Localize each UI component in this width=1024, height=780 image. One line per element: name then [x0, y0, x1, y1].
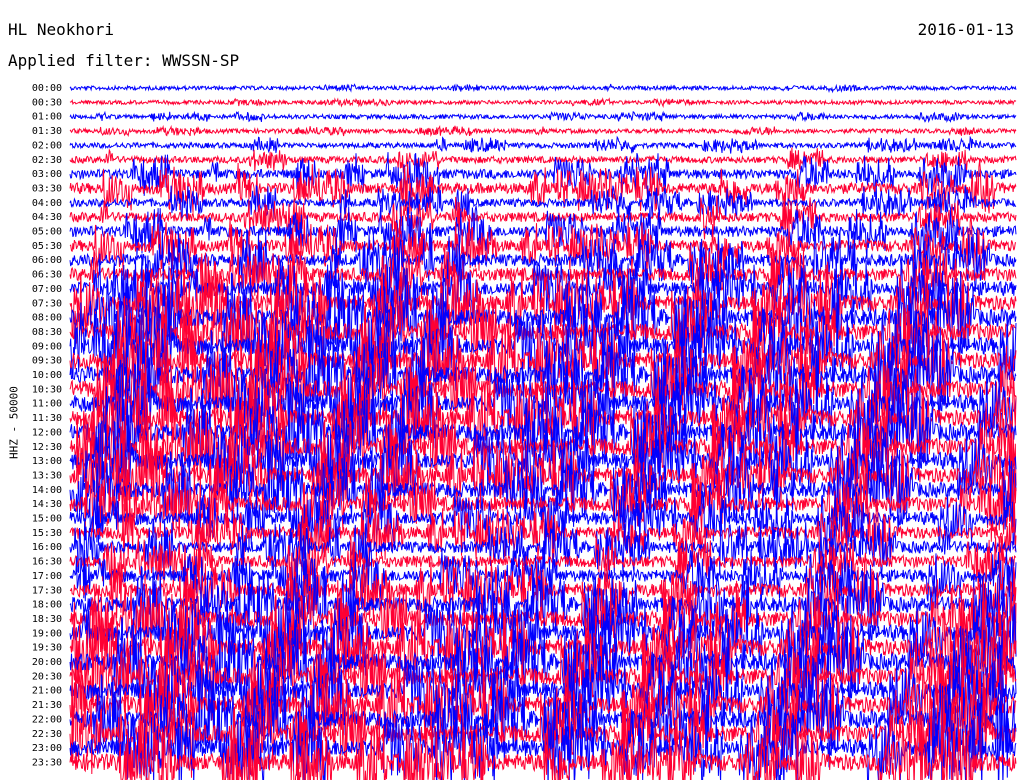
tick-label: 20:00	[32, 657, 62, 668]
tick-label: 16:00	[32, 542, 62, 553]
tick-label: 00:30	[32, 97, 62, 108]
tick-label: 10:00	[32, 370, 62, 381]
tick-label: 23:30	[32, 757, 62, 768]
tick-label: 08:00	[32, 313, 62, 324]
tick-label: 03:00	[32, 169, 62, 180]
tick-label: 13:00	[32, 456, 62, 467]
tick-label: 23:00	[32, 743, 62, 754]
tick-label: 11:30	[32, 413, 62, 424]
tick-label: 05:00	[32, 227, 62, 238]
trace-line	[69, 97, 1017, 108]
tick-label: 22:00	[32, 714, 62, 725]
tick-label: 01:00	[32, 112, 62, 123]
trace-line	[69, 135, 1017, 154]
tick-label: 06:30	[32, 270, 62, 281]
trace-line	[69, 124, 1017, 138]
tick-label: 04:30	[32, 212, 62, 223]
tick-label: 13:30	[32, 470, 62, 481]
tick-label: 19:00	[32, 628, 62, 639]
tick-label: 07:00	[32, 284, 62, 295]
tick-label: 20:30	[32, 671, 62, 682]
trace-line	[69, 110, 1017, 124]
tick-label: 08:30	[32, 327, 62, 338]
tick-label: 17:30	[32, 585, 62, 596]
tick-label: 04:00	[32, 198, 62, 209]
tick-label: 12:00	[32, 427, 62, 438]
tick-label: 02:30	[32, 155, 62, 166]
tick-label: 00:00	[32, 83, 62, 94]
tick-label: 19:30	[32, 643, 62, 654]
tick-label: 15:00	[32, 514, 62, 525]
tick-label: 07:30	[32, 298, 62, 309]
tick-label: 14:00	[32, 485, 62, 496]
tick-label: 09:30	[32, 356, 62, 367]
helicorder-plot: 00:00 00:30 01:00 01:30 02:00 02:30 03:00 03:30…	[32, 83, 1017, 780]
tick-label: 06:00	[32, 255, 62, 266]
tick-label: 12:30	[32, 442, 62, 453]
tick-label: 10:30	[32, 384, 62, 395]
tick-label: 18:30	[32, 614, 62, 625]
tick-label: 11:00	[32, 399, 62, 410]
trace-group	[69, 83, 1017, 780]
tick-label: 16:30	[32, 557, 62, 568]
tick-label: 22:30	[32, 729, 62, 740]
tick-label: 17:00	[32, 571, 62, 582]
tick-label: 15:30	[32, 528, 62, 539]
trace-line	[69, 83, 1017, 94]
tick-label: 18:00	[32, 600, 62, 611]
tick-label: 05:30	[32, 241, 62, 252]
time-tick-labels: 00:00 00:30 01:00 01:30 02:00 02:30 03:00 03:30…	[32, 83, 62, 768]
tick-label: 03:30	[32, 183, 62, 194]
tick-label: 02:00	[32, 140, 62, 151]
tick-label: 21:30	[32, 700, 62, 711]
tick-label: 09:00	[32, 341, 62, 352]
tick-label: 14:30	[32, 499, 62, 510]
tick-label: 01:30	[32, 126, 62, 137]
trace-line	[69, 204, 1017, 260]
tick-label: 21:00	[32, 686, 62, 697]
